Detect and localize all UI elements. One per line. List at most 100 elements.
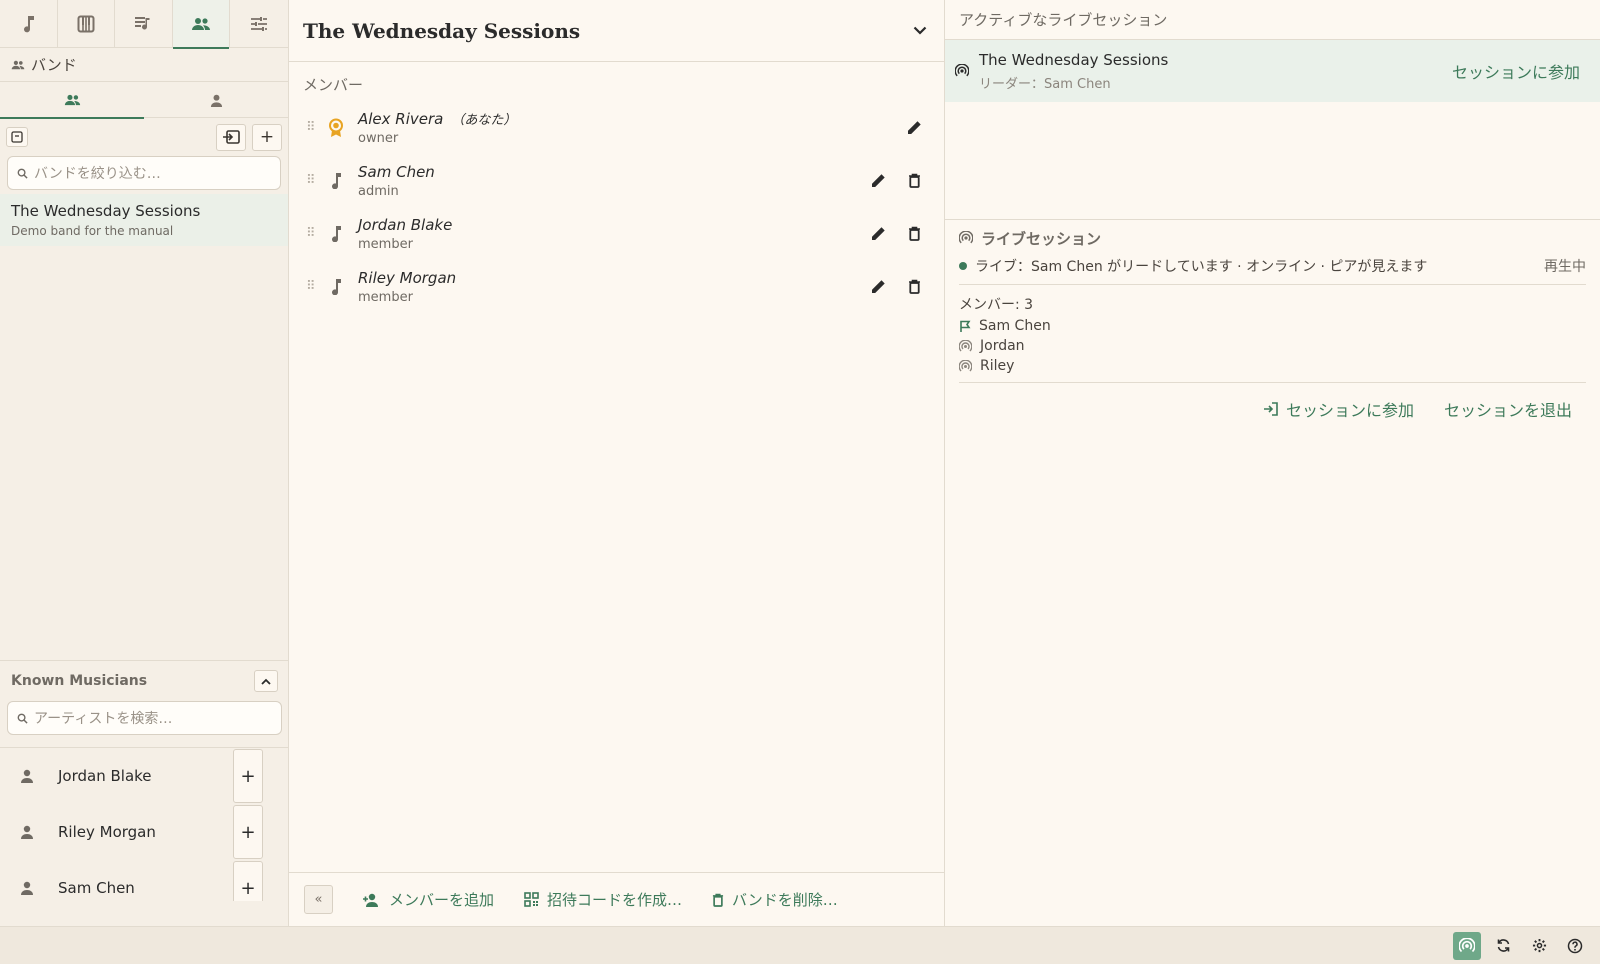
sub-tabs xyxy=(0,82,288,119)
flag-icon xyxy=(959,320,971,333)
bands-toolbar: + xyxy=(0,118,288,156)
drag-handle-icon[interactable]: ⠿ xyxy=(306,226,318,241)
session-member-name: Sam Chen xyxy=(979,318,1051,334)
subtab-bands[interactable] xyxy=(0,82,144,119)
list-item: Riley Morgan + xyxy=(0,804,289,860)
edit-member-button[interactable] xyxy=(868,170,888,190)
band-list-item[interactable]: The Wednesday Sessions Demo band for the… xyxy=(0,194,288,246)
trash-icon xyxy=(712,893,724,907)
live-session-title: ライブセッション xyxy=(981,229,1102,248)
delete-band-button[interactable]: バンドを削除… xyxy=(712,889,838,910)
delete-band-label: バンドを削除… xyxy=(732,891,838,909)
edit-member-button[interactable] xyxy=(904,117,924,137)
tab-settings[interactable] xyxy=(230,0,288,48)
tab-setlists[interactable] xyxy=(115,0,173,48)
help-button[interactable] xyxy=(1561,932,1589,960)
sidebar: バンド + バンドを絞り込む… The Wednesday Sessions D… xyxy=(0,0,289,926)
leave-session-button[interactable]: セッションを退出 xyxy=(1444,397,1572,421)
member-role: admin xyxy=(358,183,399,199)
table-row: ⠿ Jordan Blake member xyxy=(289,207,944,260)
tab-songs[interactable] xyxy=(0,0,58,48)
member-name: Alex Rivera xyxy=(358,110,444,128)
table-row: ⠿ Alex Rivera （あなた） owner xyxy=(289,101,944,154)
person-icon xyxy=(210,94,223,107)
add-band-button[interactable]: + xyxy=(252,123,282,151)
member-role: owner xyxy=(358,131,399,146)
member-name: Riley Morgan xyxy=(358,268,457,287)
chevron-down-icon xyxy=(913,26,927,35)
group-icon xyxy=(64,94,81,106)
edit-member-button[interactable] xyxy=(868,276,888,296)
tab-bands[interactable] xyxy=(172,0,231,49)
playlist-icon xyxy=(134,16,152,32)
chevron-up-icon xyxy=(261,678,271,685)
list-item: Jordan Blake + xyxy=(0,748,289,804)
live-status: ライブ：Sam Chen がリードしています · オンライン · ピアが見えます… xyxy=(959,256,1586,276)
playing-status: 再生中 xyxy=(1544,259,1586,275)
band-filter[interactable]: バンドを絞り込む… xyxy=(7,156,281,190)
invite-code-button[interactable]: 招待コードを作成… xyxy=(524,889,682,910)
plus-icon: + xyxy=(259,127,275,147)
sync-icon xyxy=(1496,938,1511,953)
archive-button[interactable] xyxy=(6,127,28,147)
you-label: （あなた） xyxy=(451,113,517,128)
join-session-link[interactable]: セッションに参加 xyxy=(1452,59,1580,83)
list-item: Jordan xyxy=(959,338,1586,354)
delete-member-button[interactable] xyxy=(904,223,924,243)
sliders-icon xyxy=(250,16,268,32)
band-menu-toggle[interactable] xyxy=(910,21,930,41)
group-icon xyxy=(11,60,25,70)
add-member-button[interactable]: メンバーを追加 xyxy=(363,889,494,910)
collapse-sidebar-button[interactable]: « xyxy=(304,885,333,914)
artist-search[interactable]: アーティストを検索… xyxy=(7,701,282,735)
band-footer: « メンバーを追加 招待コードを作成… バンドを削除… xyxy=(289,872,944,926)
live-session-details: ライブセッション ライブ：Sam Chen がリードしています · オンライン … xyxy=(945,219,1600,421)
known-musicians-title: Known Musicians xyxy=(11,673,148,689)
session-leader: リーダー：Sam Chen xyxy=(979,76,1111,92)
live-session-panel: アクティブなライブセッション The Wednesday Sessions リー… xyxy=(945,0,1600,926)
settings-button[interactable] xyxy=(1525,932,1553,960)
section-label: バンド xyxy=(31,56,77,74)
delete-member-button[interactable] xyxy=(904,170,924,190)
archive-icon xyxy=(11,131,23,143)
add-musician-button[interactable]: + xyxy=(233,749,263,803)
list-item[interactable]: The Wednesday Sessions リーダー：Sam Chen セッシ… xyxy=(945,40,1600,102)
add-musician-button[interactable]: + xyxy=(233,805,263,859)
drag-handle-icon[interactable]: ⠿ xyxy=(306,120,318,135)
import-band-button[interactable] xyxy=(216,123,246,151)
add-musician-button[interactable]: + xyxy=(233,861,263,901)
import-icon xyxy=(222,130,240,144)
person-icon xyxy=(20,881,34,895)
session-member-name: Jordan xyxy=(980,338,1025,354)
member-name: Sam Chen xyxy=(358,162,435,181)
drag-handle-icon[interactable]: ⠿ xyxy=(306,279,318,294)
broadcast-icon xyxy=(955,64,969,78)
active-sessions-header: アクティブなライブセッション xyxy=(945,0,1600,40)
top-tabs xyxy=(0,0,288,49)
plus-icon: + xyxy=(240,877,256,899)
join-session-button[interactable]: セッションに参加 xyxy=(1263,397,1414,421)
delete-member-button[interactable] xyxy=(904,276,924,296)
edit-member-button[interactable] xyxy=(868,223,888,243)
search-icon xyxy=(17,168,28,179)
invite-code-label: 招待コードを作成… xyxy=(547,891,683,909)
broadcast-icon xyxy=(959,339,972,353)
double-chevron-left-icon: « xyxy=(314,892,323,907)
music-note-icon xyxy=(20,15,36,33)
owner-badge-icon xyxy=(324,118,348,138)
leave-session-label: セッションを退出 xyxy=(1443,401,1572,420)
subtab-musicians[interactable] xyxy=(144,82,288,118)
sync-button[interactable] xyxy=(1489,932,1517,960)
piano-icon xyxy=(77,15,95,33)
person-icon xyxy=(20,825,34,839)
tab-instruments[interactable] xyxy=(58,0,116,48)
band-name: The Wednesday Sessions xyxy=(11,202,201,220)
music-note-icon xyxy=(324,172,348,189)
drag-handle-icon[interactable]: ⠿ xyxy=(306,173,318,188)
divider xyxy=(959,382,1586,383)
collapse-known-button[interactable] xyxy=(254,670,278,692)
live-status-text: ライブ：Sam Chen がリードしています · オンライン · ピアが見えます xyxy=(975,259,1428,275)
member-name: Jordan Blake xyxy=(358,215,453,234)
member-actions xyxy=(868,170,924,190)
live-toggle-button[interactable] xyxy=(1453,931,1481,960)
